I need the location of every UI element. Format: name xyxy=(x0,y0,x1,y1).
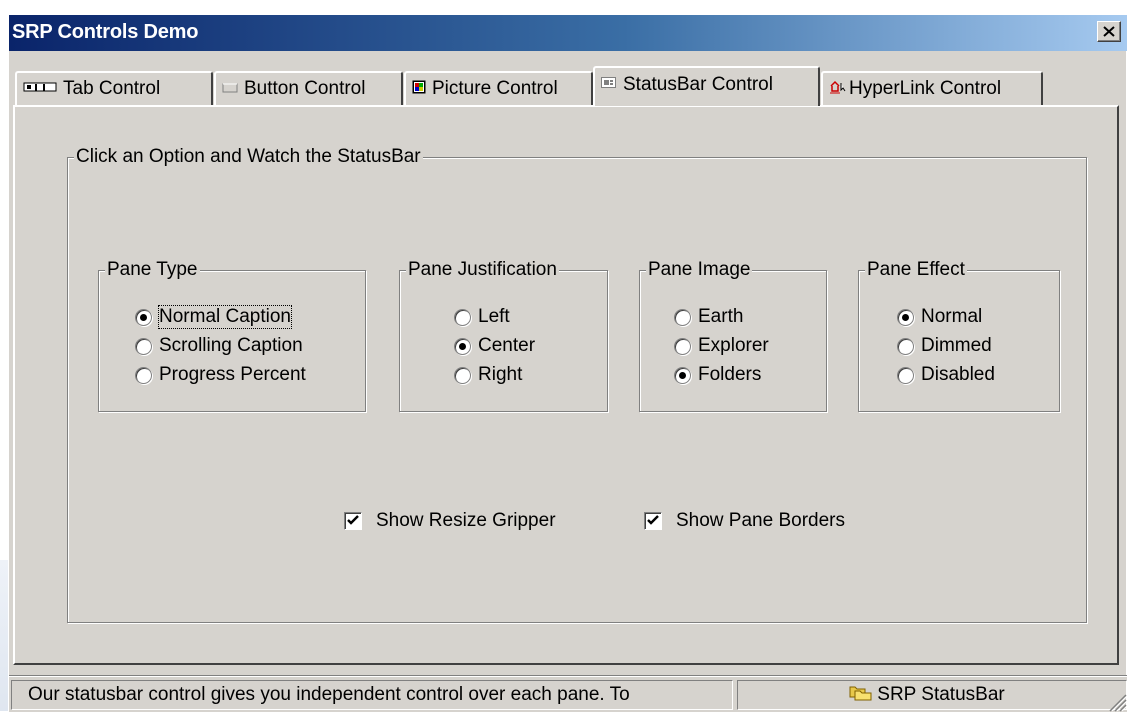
radio-label: Normal Caption xyxy=(158,305,292,329)
close-button[interactable] xyxy=(1097,21,1121,42)
tab-label: StatusBar Control xyxy=(623,74,773,95)
status-pane-message: Our statusbar control gives you independ… xyxy=(11,680,733,710)
tab-tab-control[interactable]: Tab Control xyxy=(15,71,213,105)
show-pane-borders-checkbox[interactable]: Show Pane Borders xyxy=(644,509,845,533)
main-group-label: Click an Option and Watch the StatusBar xyxy=(74,146,423,168)
tab-button-control[interactable]: Button Control xyxy=(214,71,403,105)
radio-label: Disabled xyxy=(921,364,995,385)
title-bar[interactable]: SRP Controls Demo xyxy=(9,15,1127,51)
radio-button[interactable] xyxy=(454,308,471,326)
checkmark-icon xyxy=(347,515,359,525)
radio-label: Normal xyxy=(921,306,983,327)
radio-earth[interactable]: Earth xyxy=(674,305,743,329)
checkbox-label: Show Resize Gripper xyxy=(376,510,556,531)
radio-button[interactable] xyxy=(135,337,152,355)
status-pane-title: SRP StatusBar xyxy=(737,680,1127,710)
pane-justification-group: Pane Justification Left Center Right xyxy=(399,259,608,412)
pane-justification-label: Pane Justification xyxy=(406,259,559,281)
resize-gripper-icon[interactable] xyxy=(1105,690,1127,712)
pane-image-group: Pane Image Earth Explorer Folders xyxy=(639,259,827,412)
radio-normal[interactable]: Normal xyxy=(897,305,982,329)
pane-type-label: Pane Type xyxy=(105,259,200,281)
tab-picture-control[interactable]: Picture Control xyxy=(404,71,593,105)
tab-icon xyxy=(23,78,57,100)
radio-label: Earth xyxy=(698,306,744,327)
checkbox-label: Show Pane Borders xyxy=(676,510,845,531)
radio-right[interactable]: Right xyxy=(454,363,522,387)
radio-button[interactable] xyxy=(897,308,914,326)
window-title: SRP Controls Demo xyxy=(12,21,199,43)
show-resize-gripper-checkbox[interactable]: Show Resize Gripper xyxy=(344,509,556,533)
hyperlink-icon xyxy=(829,78,847,100)
radio-button[interactable] xyxy=(135,366,152,384)
radio-label: Folders xyxy=(698,364,762,385)
radio-button[interactable] xyxy=(454,337,471,355)
radio-label: Center xyxy=(478,335,536,356)
button-icon xyxy=(222,78,238,100)
radio-button[interactable] xyxy=(897,366,914,384)
status-pane-title-text: SRP StatusBar xyxy=(877,684,1005,705)
radio-center[interactable]: Center xyxy=(454,334,535,358)
radio-dimmed[interactable]: Dimmed xyxy=(897,334,992,358)
radio-button[interactable] xyxy=(135,308,152,326)
close-icon xyxy=(1103,26,1115,37)
tab-label: Button Control xyxy=(244,78,366,99)
radio-label: Explorer xyxy=(698,335,769,356)
tab-hyperlink-control[interactable]: HyperLink Control xyxy=(821,71,1043,105)
tab-label: HyperLink Control xyxy=(849,78,1002,99)
status-pane-message-text: Our statusbar control gives you independ… xyxy=(28,684,630,705)
app-window: SRP Controls Demo Tab Control Button Con… xyxy=(8,14,1127,712)
pane-effect-label: Pane Effect xyxy=(865,259,967,281)
radio-button[interactable] xyxy=(897,337,914,355)
status-bar: Our statusbar control gives you independ… xyxy=(9,675,1127,712)
statusbar-icon xyxy=(601,74,617,96)
checkbox-box[interactable] xyxy=(644,512,662,530)
radio-label: Progress Percent xyxy=(159,364,306,385)
radio-progress-percent[interactable]: Progress Percent xyxy=(135,363,306,387)
checkbox-box[interactable] xyxy=(344,512,362,530)
radio-label: Dimmed xyxy=(921,335,992,356)
main-option-group: Click an Option and Watch the StatusBar … xyxy=(67,146,1087,623)
tab-statusbar-control[interactable]: StatusBar Control xyxy=(593,66,820,106)
picture-icon xyxy=(412,78,426,100)
pane-image-label: Pane Image xyxy=(646,259,753,281)
radio-left[interactable]: Left xyxy=(454,305,510,329)
radio-label: Right xyxy=(478,364,523,385)
radio-button[interactable] xyxy=(454,366,471,384)
radio-button[interactable] xyxy=(674,337,691,355)
pane-effect-group: Pane Effect Normal Dimmed Disabled xyxy=(858,259,1060,412)
radio-button[interactable] xyxy=(674,366,691,384)
radio-label: Scrolling Caption xyxy=(159,335,303,356)
desktop-background xyxy=(0,560,8,711)
radio-scrolling-caption[interactable]: Scrolling Caption xyxy=(135,334,303,358)
pane-type-group: Pane Type Normal Caption Scrolling Capti… xyxy=(98,259,366,412)
tab-page-statusbar: Click an Option and Watch the StatusBar … xyxy=(13,105,1119,665)
checkmark-icon xyxy=(647,515,659,525)
tab-label: Picture Control xyxy=(432,78,558,99)
radio-normal-caption[interactable]: Normal Caption xyxy=(135,305,292,329)
radio-label: Left xyxy=(478,306,510,327)
tab-label: Tab Control xyxy=(63,78,161,99)
radio-button[interactable] xyxy=(674,308,691,326)
status-bar-separator xyxy=(9,675,1127,677)
radio-disabled[interactable]: Disabled xyxy=(897,363,995,387)
radio-folders[interactable]: Folders xyxy=(674,363,761,387)
radio-explorer[interactable]: Explorer xyxy=(674,334,769,358)
folders-icon xyxy=(849,683,873,707)
